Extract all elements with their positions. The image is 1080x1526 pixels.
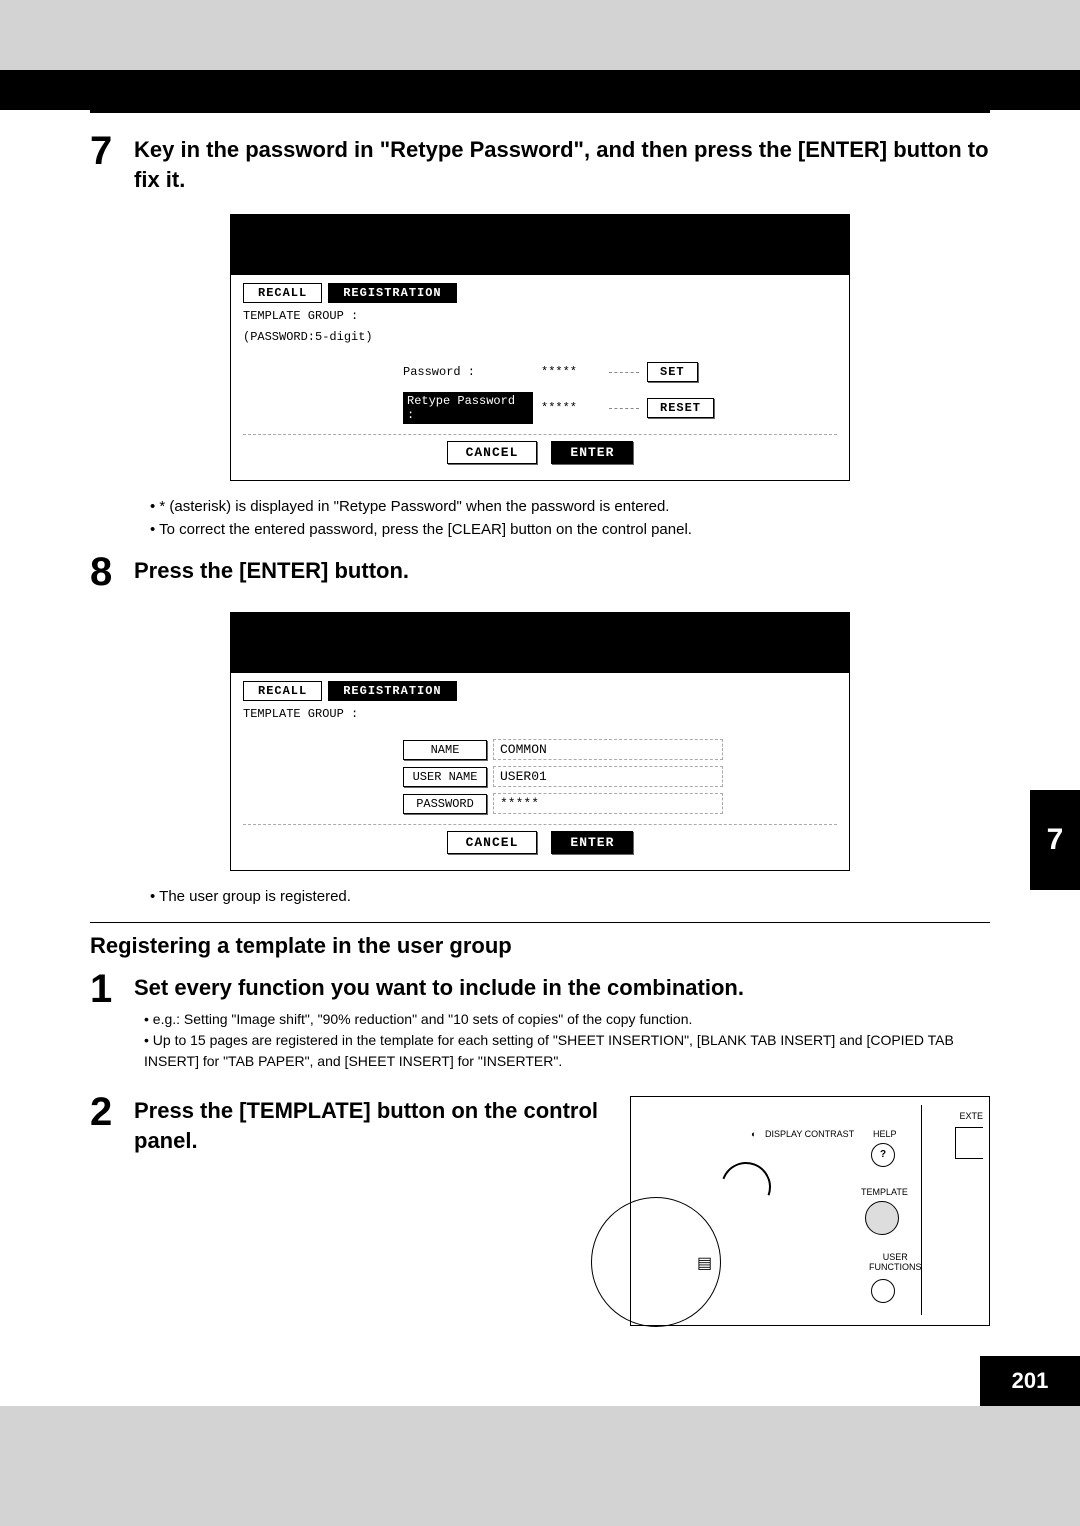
step-8-title: Press the [ENTER] button. <box>134 556 990 586</box>
section-title: Registering a template in the user group <box>90 933 990 959</box>
step-2-title: Press the [TEMPLATE] button on the contr… <box>134 1096 612 1155</box>
tab-registration[interactable]: REGISTRATION <box>328 283 456 303</box>
password-value2: ***** <box>493 793 723 814</box>
cancel-button[interactable]: CANCEL <box>447 831 538 854</box>
contrast-gauge-icon <box>713 1154 779 1220</box>
screen2-black-area <box>231 613 849 673</box>
help-label: HELP <box>873 1129 897 1139</box>
retype-password-value[interactable]: ***** <box>541 401 601 415</box>
step-7-title: Key in the password in "Retype Password"… <box>134 135 990 194</box>
user-functions-button[interactable] <box>871 1279 895 1303</box>
exte-slot <box>955 1127 983 1159</box>
username-button[interactable]: USER NAME <box>403 767 487 787</box>
top-gray-area <box>0 0 1080 70</box>
step1-note-1: e.g.: Setting "Image shift", "90% reduct… <box>144 1009 990 1030</box>
top-rule <box>90 110 990 113</box>
password-screen: RECALL REGISTRATION TEMPLATE GROUP : (PA… <box>230 214 850 481</box>
step-7-number: 7 <box>90 131 134 171</box>
step-7: 7 Key in the password in "Retype Passwor… <box>90 131 990 194</box>
username-value: USER01 <box>493 766 723 787</box>
tab-registration[interactable]: REGISTRATION <box>328 681 456 701</box>
step-2: 2 Press the [TEMPLATE] button on the con… <box>90 1092 990 1326</box>
header-black-bar <box>0 70 1080 110</box>
reset-button[interactable]: RESET <box>647 398 714 418</box>
set-button[interactable]: SET <box>647 362 698 382</box>
step8-notes: The user group is registered. <box>150 885 990 908</box>
name-button[interactable]: NAME <box>403 740 487 760</box>
step-1: 1 Set every function you want to include… <box>90 969 990 1082</box>
dash-connector <box>609 408 639 409</box>
step8-note-1: The user group is registered. <box>150 885 990 908</box>
retype-password-label: Retype Password : <box>403 392 533 424</box>
template-group-line2: (PASSWORD:5-digit) <box>243 330 837 344</box>
panel-divider <box>921 1105 922 1315</box>
panel-arc <box>591 1197 721 1327</box>
cancel-button[interactable]: CANCEL <box>447 441 538 464</box>
step-8-number: 8 <box>90 552 134 592</box>
step-1-number: 1 <box>90 969 134 1009</box>
tab-recall[interactable]: RECALL <box>243 283 322 303</box>
template-group-screen: RECALL REGISTRATION TEMPLATE GROUP : NAM… <box>230 612 850 871</box>
template-label: TEMPLATE <box>861 1187 908 1197</box>
password-button[interactable]: PASSWORD <box>403 794 487 814</box>
divider-dashed <box>243 824 837 825</box>
control-panel-diagram: ◐ DISPLAY CONTRAST HELP EXTE ? TEMPLATE … <box>630 1096 990 1326</box>
enter-button[interactable]: ENTER <box>551 441 633 464</box>
template-button[interactable] <box>865 1201 899 1235</box>
enter-button[interactable]: ENTER <box>551 831 633 854</box>
divider-dashed <box>243 434 837 435</box>
exte-label: EXTE <box>959 1111 983 1121</box>
user-functions-label: USER FUNCTIONS <box>869 1252 922 1272</box>
template-group-line: TEMPLATE GROUP : <box>243 309 837 323</box>
dash-connector <box>609 372 639 373</box>
step7-note-2: To correct the entered password, press t… <box>150 518 990 541</box>
password-value[interactable]: ***** <box>541 365 601 379</box>
chapter-7-tab: 7 <box>1030 790 1080 890</box>
step1-note-2: Up to 15 pages are registered in the tem… <box>144 1030 990 1072</box>
step-8: 8 Press the [ENTER] button. <box>90 552 990 592</box>
screen1-black-area <box>231 215 849 275</box>
step-2-number: 2 <box>90 1092 134 1132</box>
step7-note-1: * (asterisk) is displayed in "Retype Pas… <box>150 495 990 518</box>
section-rule <box>90 922 990 923</box>
name-value: COMMON <box>493 739 723 760</box>
template-group-line: TEMPLATE GROUP : <box>243 707 837 721</box>
password-label: Password : <box>403 365 533 379</box>
display-contrast-label: DISPLAY CONTRAST <box>765 1129 854 1139</box>
step1-notes: e.g.: Setting "Image shift", "90% reduct… <box>144 1009 990 1072</box>
step-1-title: Set every function you want to include i… <box>134 973 990 1003</box>
page-number: 201 <box>980 1356 1080 1406</box>
contrast-icon: ◐ <box>751 1129 756 1139</box>
help-button-icon[interactable]: ? <box>871 1143 895 1167</box>
tab-recall[interactable]: RECALL <box>243 681 322 701</box>
step7-notes: * (asterisk) is displayed in "Retype Pas… <box>150 495 990 542</box>
